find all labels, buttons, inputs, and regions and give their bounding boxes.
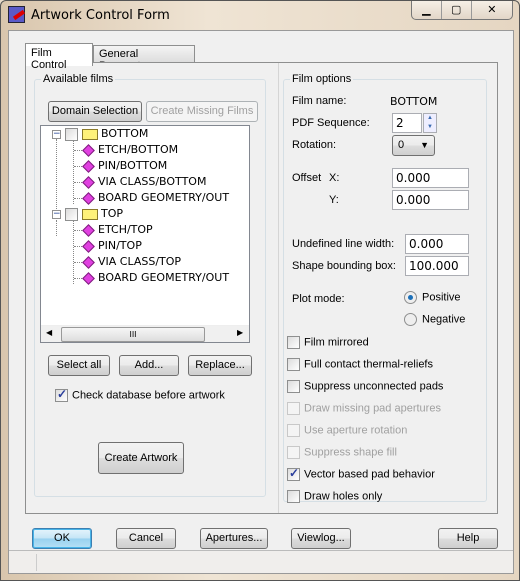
full-contact-thermal-reliefs-checkbox[interactable]: Full contact thermal-reliefs	[287, 358, 433, 371]
film-layer-icon	[82, 239, 95, 253]
apertures-button[interactable]: Apertures...	[200, 528, 268, 549]
scroll-right-icon[interactable]: ▶	[237, 328, 243, 337]
add-button[interactable]: Add...	[119, 355, 179, 376]
domain-selection-button[interactable]: Domain Selection	[48, 101, 142, 122]
collapse-bottom-icon[interactable]: −	[52, 130, 61, 139]
viewlog-button[interactable]: Viewlog...	[291, 528, 351, 549]
film-layer-icon	[82, 271, 95, 285]
pdf-sequence-spinner[interactable]: ▲ ▼	[423, 113, 437, 133]
checkbox-top[interactable]	[65, 207, 78, 221]
film-control-panel: Available films Domain Selection Create …	[25, 62, 498, 514]
offset-label: Offset	[292, 172, 322, 184]
minimize-button[interactable]: ▁	[412, 1, 442, 19]
check-database-checkbox[interactable]: Check database before artwork	[55, 387, 225, 402]
vector-based-pad-behavior-checkbox[interactable]: Vector based pad behavior	[287, 466, 435, 481]
column-divider	[278, 63, 279, 513]
folder-icon	[81, 208, 98, 220]
film-name-label: Film name:	[292, 95, 347, 107]
chevron-down-icon: ▼	[420, 140, 429, 150]
undefined-line-width-label: Undefined line width:	[292, 238, 395, 250]
window-controls: ▁ ▢ ✕	[411, 1, 513, 20]
plot-mode-label: Plot mode:	[292, 293, 345, 305]
offset-y-label: Y:	[329, 194, 339, 206]
tree-leaf[interactable]: VIA CLASS/TOP	[81, 254, 181, 270]
tree-leaf[interactable]: PIN/BOTTOM	[81, 158, 167, 174]
film-name-value: BOTTOM	[390, 95, 438, 108]
offset-y-input[interactable]: 0.000	[392, 190, 469, 210]
draw-holes-only-checkbox[interactable]: Draw holes only	[287, 490, 382, 503]
draw-missing-pad-apertures-checkbox[interactable]: Draw missing pad apertures	[287, 402, 441, 415]
window-title: Artwork Control Form	[31, 8, 170, 23]
shape-bounding-box-label: Shape bounding box:	[292, 260, 396, 272]
rotation-label: Rotation:	[292, 139, 337, 151]
tree-leaf[interactable]: ETCH/TOP	[81, 222, 153, 238]
folder-icon	[81, 128, 98, 140]
tree-leaf[interactable]: ETCH/BOTTOM	[81, 142, 178, 158]
create-artwork-button[interactable]: Create Artwork	[98, 442, 184, 474]
tab-general-parameters[interactable]: General Parameters	[93, 45, 195, 72]
film-layer-icon	[82, 223, 95, 237]
films-tree[interactable]: − BOTTOM ETCH/BOTTOM PIN/BOTTOM VIA CLAS…	[40, 125, 250, 343]
film-layer-icon	[82, 175, 95, 189]
create-missing-films-button[interactable]: Create Missing Films	[146, 101, 258, 122]
tree-node-top[interactable]: TOP	[65, 206, 123, 222]
tree-leaf[interactable]: PIN/TOP	[81, 238, 142, 254]
tree-node-bottom[interactable]: BOTTOM	[65, 126, 148, 142]
collapse-top-icon[interactable]: −	[52, 210, 61, 219]
tree-leaf[interactable]: BOARD GEOMETRY/OUT	[81, 190, 229, 206]
maximize-button[interactable]: ▢	[442, 1, 472, 19]
negative-radio[interactable]: Negative	[404, 313, 465, 326]
ok-button[interactable]: OK	[32, 528, 92, 549]
available-films-group: Available films Domain Selection Create …	[34, 73, 266, 497]
film-mirrored-checkbox[interactable]: Film mirrored	[287, 336, 369, 349]
tree-leaf[interactable]: BOARD GEOMETRY/OUT	[81, 270, 229, 286]
available-films-label: Available films	[41, 73, 116, 85]
app-icon	[8, 6, 25, 23]
film-options-label: Film options	[290, 73, 354, 85]
use-aperture-rotation-checkbox[interactable]: Use aperture rotation	[287, 424, 407, 437]
suppress-unconnected-pads-checkbox[interactable]: Suppress unconnected pads	[287, 380, 443, 393]
horizontal-scrollbar[interactable]: ◀ III ▶	[41, 325, 249, 342]
shape-bounding-box-input[interactable]: 100.000	[405, 256, 469, 276]
select-all-button[interactable]: Select all	[48, 355, 110, 376]
checkbox-bottom[interactable]	[65, 127, 78, 141]
film-layer-icon	[82, 143, 95, 157]
offset-x-input[interactable]: 0.000	[392, 168, 469, 188]
undefined-line-width-input[interactable]: 0.000	[405, 234, 469, 254]
film-layer-icon	[82, 255, 95, 269]
window-frame: Artwork Control Form ▁ ▢ ✕ Film Control …	[0, 0, 520, 581]
cancel-button[interactable]: Cancel	[116, 528, 176, 549]
dialog-client: Film Control General Parameters Availabl…	[8, 30, 514, 574]
pdf-sequence-input[interactable]: 2	[392, 113, 422, 133]
positive-radio[interactable]: Positive	[404, 291, 461, 304]
rotation-dropdown[interactable]: 0 ▼	[392, 135, 435, 156]
scroll-thumb[interactable]: III	[61, 327, 205, 342]
offset-x-label: X:	[329, 172, 340, 184]
tab-film-control[interactable]: Film Control	[25, 43, 93, 71]
film-options-group: Film options Film name: BOTTOM PDF Seque…	[283, 73, 487, 503]
film-layer-icon	[82, 159, 95, 173]
status-bar	[9, 550, 513, 573]
film-layer-icon	[82, 191, 95, 205]
tree-leaf[interactable]: VIA CLASS/BOTTOM	[81, 174, 206, 190]
replace-button[interactable]: Replace...	[188, 355, 252, 376]
scroll-left-icon[interactable]: ◀	[46, 328, 52, 337]
close-button[interactable]: ✕	[472, 1, 512, 19]
suppress-shape-fill-checkbox[interactable]: Suppress shape fill	[287, 446, 397, 459]
pdf-sequence-label: PDF Sequence:	[292, 117, 370, 129]
help-button[interactable]: Help	[438, 528, 498, 549]
